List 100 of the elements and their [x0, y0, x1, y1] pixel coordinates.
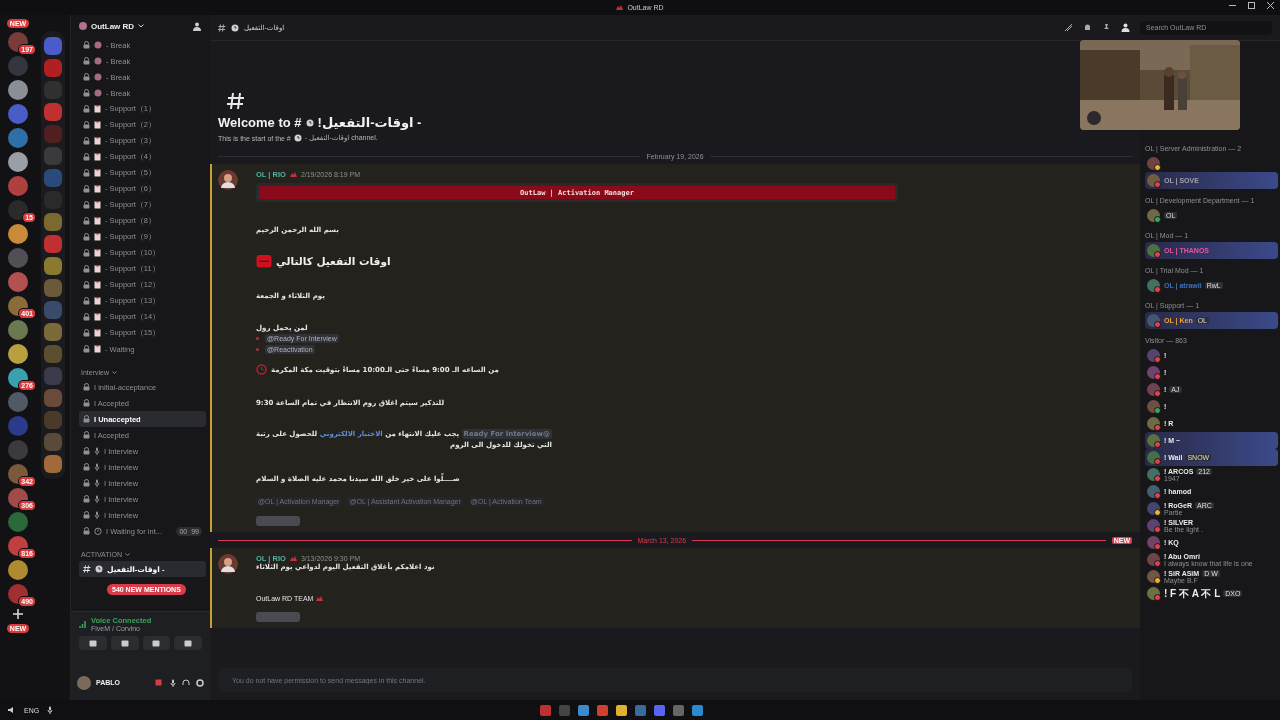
microphone-icon — [94, 463, 100, 471]
clipboard-icon — [94, 233, 101, 241]
microphone-icon — [94, 447, 100, 455]
lock-icon — [83, 329, 90, 337]
lock-icon — [83, 495, 90, 503]
members-icon[interactable] — [1121, 23, 1130, 32]
server-icon[interactable] — [8, 80, 28, 100]
lock-icon — [83, 511, 90, 519]
clipboard-icon — [94, 137, 101, 145]
close-icon[interactable] — [1267, 2, 1274, 9]
member-name: ! F 不 A 不 L — [1164, 586, 1221, 601]
lock-icon — [83, 479, 90, 487]
activity-icon — [152, 639, 161, 647]
timer-icon — [94, 527, 102, 535]
speaker-icon[interactable] — [8, 706, 16, 714]
clipboard-icon — [94, 329, 101, 337]
lock-icon — [83, 383, 90, 391]
clipboard-icon — [94, 121, 101, 129]
welcome-title: Welcome to # — [218, 115, 302, 130]
taskbar-app-icon[interactable] — [654, 704, 665, 716]
server-icon[interactable] — [8, 344, 28, 364]
server-icon[interactable] — [8, 224, 28, 244]
lock-icon — [83, 137, 90, 145]
camera-off-icon[interactable] — [155, 679, 164, 686]
clipboard-icon — [94, 153, 101, 161]
server-icon[interactable] — [8, 560, 28, 580]
clipboard-icon — [94, 297, 101, 305]
lock-icon — [83, 73, 90, 81]
add-icon[interactable] — [12, 608, 24, 620]
lock-icon — [83, 431, 90, 439]
minimize-icon[interactable] — [1229, 2, 1236, 9]
microphone-icon — [94, 495, 100, 503]
screen-share-icon — [120, 639, 129, 647]
soundboard-icon — [184, 639, 193, 647]
server-icon[interactable] — [8, 152, 28, 172]
channel-name: - اوقات-التفعيل! — [317, 115, 422, 130]
headphones-icon[interactable] — [182, 678, 190, 687]
clock-icon — [293, 134, 302, 142]
lock-icon — [83, 463, 90, 471]
server-icon — [79, 22, 87, 30]
avatar[interactable] — [218, 554, 238, 574]
taskbar-app-icon[interactable] — [692, 704, 703, 716]
screen-share-button[interactable] — [110, 636, 139, 650]
chevron-icon[interactable] — [124, 553, 130, 556]
clock-icon — [256, 364, 267, 375]
maximize-icon[interactable] — [1248, 2, 1255, 9]
lock-icon — [83, 153, 90, 161]
chevron-icon[interactable] — [138, 24, 145, 28]
calendar-icon — [256, 254, 272, 268]
lock-icon — [83, 105, 90, 113]
clipboard-icon — [94, 345, 101, 353]
lock-icon — [83, 57, 90, 65]
camera-icon — [88, 639, 97, 647]
lock-icon — [83, 265, 90, 273]
hash-icon — [218, 23, 226, 32]
clipboard-icon — [94, 169, 101, 177]
lock-icon — [83, 281, 90, 289]
threads-icon[interactable] — [1064, 23, 1073, 32]
clock-icon — [95, 565, 103, 573]
lock-icon — [83, 297, 90, 305]
lock-icon — [83, 447, 90, 455]
taskbar-app-icon[interactable] — [616, 704, 627, 716]
clipboard-icon — [94, 201, 101, 209]
soundboard-button[interactable] — [174, 636, 202, 650]
lock-icon — [83, 249, 90, 257]
clock-icon — [231, 23, 239, 32]
lock-icon — [83, 415, 90, 423]
add-member-icon[interactable] — [193, 21, 202, 31]
lock-icon — [83, 527, 90, 535]
hash-icon — [83, 565, 91, 573]
taskbar-app-icon[interactable] — [597, 704, 608, 716]
camera-button[interactable] — [79, 636, 107, 650]
lock-icon — [83, 345, 90, 353]
microphone-icon — [94, 479, 100, 487]
chevron-icon[interactable] — [112, 371, 117, 374]
signal-icon — [79, 620, 87, 628]
activity-button[interactable] — [142, 636, 171, 650]
lock-icon — [83, 41, 90, 49]
hat-icon — [616, 5, 624, 10]
message-heading: اوقات التفعيل كالتالي — [276, 255, 391, 267]
microphone-icon[interactable] — [170, 678, 176, 687]
hat-icon — [289, 556, 297, 561]
lock-icon — [83, 233, 90, 241]
clipboard-icon — [94, 217, 101, 225]
hash-icon — [226, 91, 246, 111]
taskbar-app-icon[interactable] — [578, 704, 589, 716]
lock-icon — [83, 217, 90, 225]
clipboard-icon — [94, 313, 101, 321]
clipboard-icon — [94, 185, 101, 193]
lock-icon — [83, 121, 90, 129]
lock-icon — [83, 89, 90, 97]
settings-icon[interactable] — [196, 678, 204, 687]
pin-icon[interactable] — [1102, 23, 1111, 32]
lock-icon — [83, 399, 90, 407]
lock-icon — [83, 169, 90, 177]
hat-icon — [289, 172, 297, 177]
microphone-icon[interactable] — [47, 706, 54, 714]
avatar[interactable] — [218, 170, 238, 190]
bell-icon[interactable] — [1083, 23, 1092, 32]
server-name[interactable]: OutLaw RD — [91, 21, 135, 31]
